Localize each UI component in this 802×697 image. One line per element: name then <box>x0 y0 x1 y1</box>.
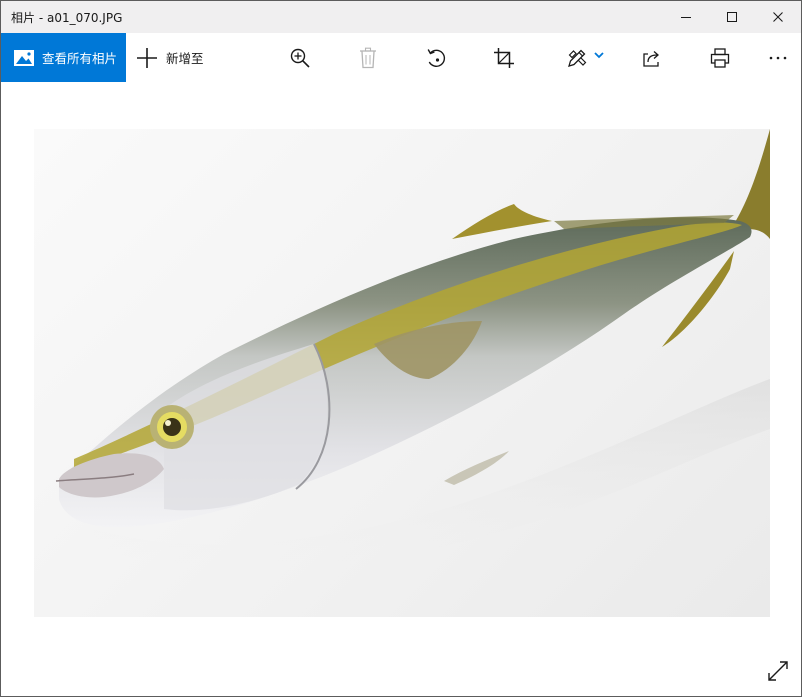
zoom-in-icon <box>290 48 310 68</box>
minimize-button[interactable] <box>663 1 709 33</box>
more-icon <box>769 56 787 59</box>
add-to-label: 新增至 <box>166 51 204 66</box>
share-icon <box>643 50 659 67</box>
print-icon <box>710 47 730 68</box>
close-icon <box>773 12 783 22</box>
minimize-icon <box>681 17 691 18</box>
crop-button[interactable] <box>489 33 519 82</box>
zoom-in-button[interactable] <box>285 33 315 82</box>
image-viewer[interactable] <box>1 82 801 696</box>
toolbar: 查看所有相片 新增至 <box>1 33 801 82</box>
add-to-button[interactable]: 新增至 <box>136 33 204 82</box>
close-button[interactable] <box>755 1 801 33</box>
view-all-photos-button[interactable]: 查看所有相片 <box>1 33 126 82</box>
print-button[interactable] <box>705 33 735 82</box>
trash-icon <box>360 47 376 68</box>
rotate-icon <box>427 48 446 67</box>
edit-pen-icon <box>567 49 586 67</box>
view-all-photos-label: 查看所有相片 <box>42 51 118 66</box>
photo-gallery-icon <box>14 49 34 66</box>
maximize-button[interactable] <box>709 1 755 33</box>
fullscreen-button[interactable] <box>767 660 789 682</box>
expand-icon <box>768 661 788 681</box>
plus-icon <box>137 47 157 68</box>
delete-button[interactable] <box>353 33 383 82</box>
fish-photo <box>55 129 770 567</box>
crop-icon <box>494 47 514 68</box>
photos-app-window: 相片 - a01_070.JPG 查看所有相片 新增至 <box>0 0 802 697</box>
more-options-button[interactable] <box>763 33 793 82</box>
photo-image[interactable] <box>34 129 770 617</box>
window-title: 相片 - a01_070.JPG <box>11 11 123 25</box>
maximize-icon <box>727 12 737 22</box>
edit-and-create-button[interactable] <box>561 33 609 82</box>
title-bar[interactable]: 相片 - a01_070.JPG <box>1 1 801 33</box>
share-button[interactable] <box>637 33 667 82</box>
chevron-down-icon <box>593 51 604 58</box>
rotate-button[interactable] <box>421 33 451 82</box>
